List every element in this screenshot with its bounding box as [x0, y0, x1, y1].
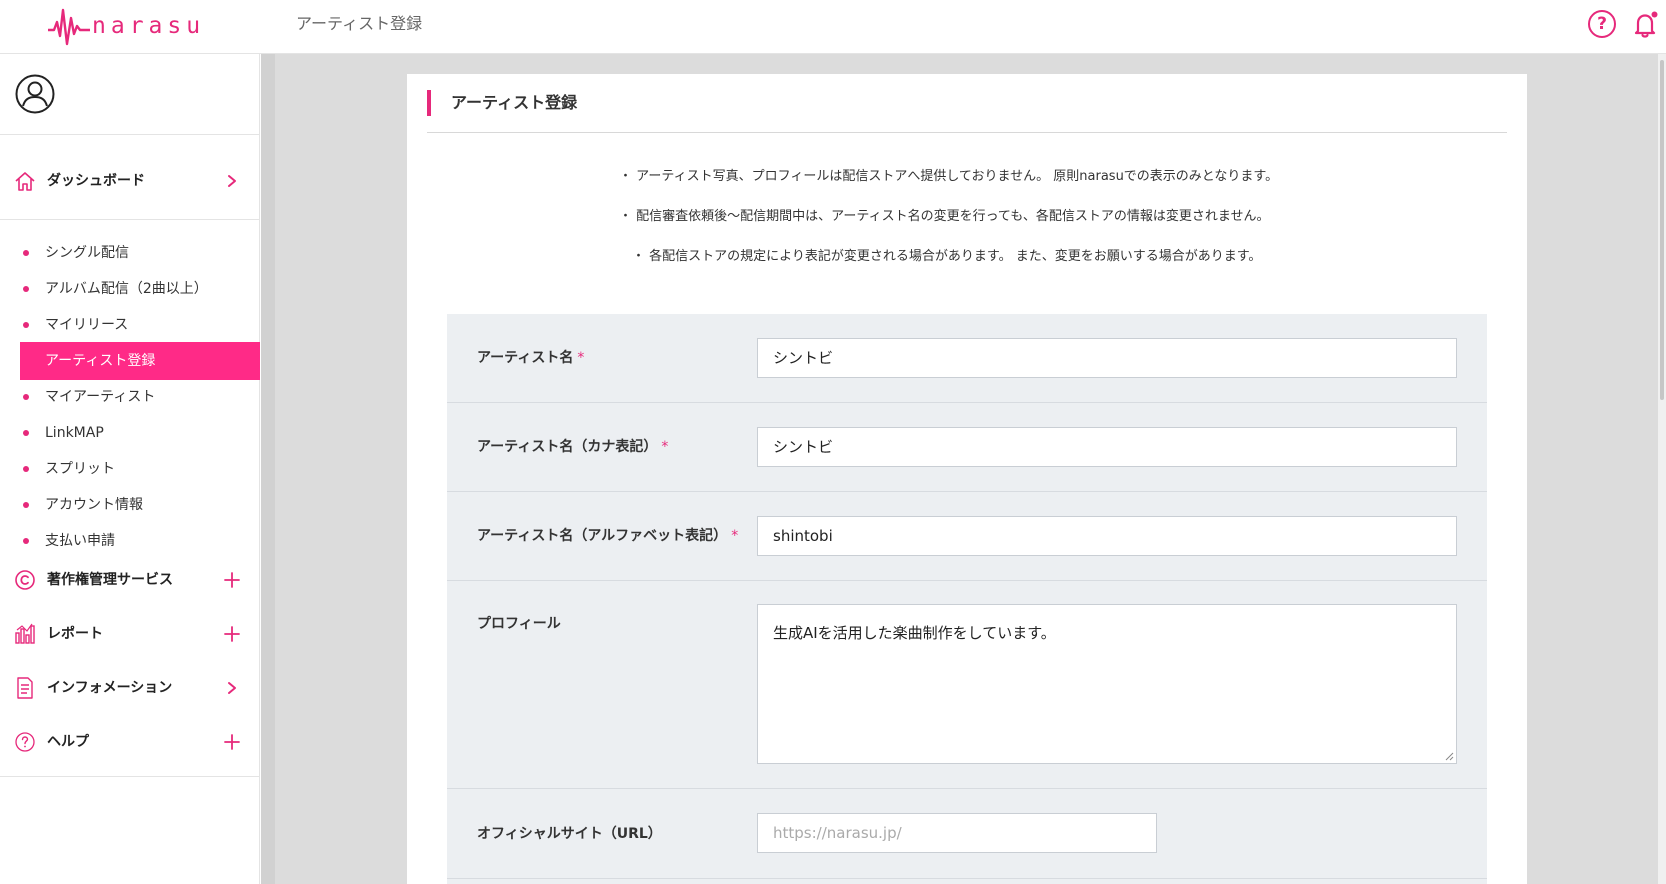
notice-text: ・ 各配信ストアの規定により表記が変更される場合があります。 また、変更をお願い… — [632, 249, 1262, 264]
narasu-logo[interactable]: narasu — [48, 4, 205, 48]
chevron-right-icon[interactable] — [222, 676, 242, 700]
sidebar-item-my-artists[interactable]: マイアーティスト — [20, 378, 260, 416]
bullet-dot — [23, 502, 29, 508]
sidebar-divider — [0, 134, 260, 135]
row-divider — [447, 788, 1487, 789]
page-title: アーティスト登録 — [296, 14, 423, 33]
profile-label: プロフィール — [477, 616, 561, 632]
artist-name-input[interactable]: シントビ — [757, 338, 1457, 378]
logo-text: narasu — [92, 13, 206, 39]
help-circle-icon — [15, 732, 35, 752]
sidebar-section-copyright[interactable]: 著作権管理サービス — [0, 560, 260, 600]
artist-name-alphabet-label: アーティスト名（アルファベット表記） * — [477, 528, 739, 544]
bullet-dot — [23, 322, 29, 328]
sidebar-item-label: LinkMAP — [45, 425, 104, 441]
sidebar-item-my-releases[interactable]: マイリリース — [20, 306, 260, 344]
plus-icon[interactable] — [222, 730, 242, 754]
artist-form: アーティスト名 * シントビ アーティスト名（カナ表記） * シントビ アーティスト… — [447, 314, 1487, 884]
sidebar: ダッシュボード シングル配信 アルバム配信（2曲以上） マイリリース アーティス… — [0, 54, 260, 884]
scrollbar-thumb[interactable] — [1660, 60, 1664, 400]
help-icon[interactable]: ? — [1588, 10, 1616, 38]
profile-text: 生成AIを活用した楽曲制作をしています。 — [773, 624, 1056, 642]
row-divider — [447, 491, 1487, 492]
chart-icon — [15, 623, 35, 644]
bullet-dot — [23, 466, 29, 472]
home-icon — [15, 172, 35, 191]
copyright-icon — [15, 570, 35, 590]
user-avatar-icon[interactable] — [15, 74, 55, 114]
notice-text: ・ 配信審査依頼後〜配信期間中は、アーティスト名の変更を行っても、各配信ストアの… — [619, 209, 1270, 224]
sidebar-item-label: マイリリース — [45, 317, 129, 333]
plus-icon[interactable] — [222, 622, 242, 646]
sidebar-item-split[interactable]: スプリット — [20, 450, 260, 488]
sidebar-section-information[interactable]: インフォメーション — [0, 668, 260, 708]
sidebar-item-label: 支払い申請 — [45, 533, 115, 549]
artist-name-kana-label: アーティスト名（カナ表記） * — [477, 439, 669, 455]
sidebar-item-single-release[interactable]: シングル配信 — [20, 234, 260, 272]
required-mark: * — [577, 350, 585, 366]
bullet-dot — [23, 250, 29, 256]
sidebar-item-label: アカウント情報 — [45, 497, 143, 513]
sidebar-section-dashboard[interactable]: ダッシュボード — [0, 161, 260, 201]
sidebar-section-report[interactable]: レポート — [0, 614, 260, 654]
row-divider — [447, 402, 1487, 403]
main-content: アーティスト登録 ・ アーティスト写真、プロフィールは配信ストアへ提供しておりま… — [261, 54, 1666, 884]
card-divider — [427, 132, 1507, 133]
top-header: narasu アーティスト登録 ? — [0, 0, 1666, 54]
sidebar-item-artist-registration[interactable]: アーティスト登録 — [20, 342, 260, 380]
sidebar-divider — [0, 776, 260, 777]
document-icon — [17, 677, 33, 699]
notification-bell-icon[interactable] — [1630, 10, 1660, 40]
sidebar-item-label: アーティスト登録 — [45, 353, 156, 369]
sidebar-item-linkmap[interactable]: LinkMAP — [20, 414, 260, 452]
sidebar-item-album-release[interactable]: アルバム配信（2曲以上） — [20, 270, 260, 308]
sidebar-item-label: アルバム配信（2曲以上） — [45, 281, 208, 297]
sidebar-item-label: スプリット — [45, 461, 115, 477]
artist-name-label: アーティスト名 * — [477, 350, 585, 366]
sidebar-item-payment-request[interactable]: 支払い申請 — [20, 522, 260, 560]
sidebar-section-label: インフォメーション — [47, 680, 173, 696]
official-site-input[interactable]: https://narasu.jp/ — [757, 813, 1157, 853]
sidebar-item-account-info[interactable]: アカウント情報 — [20, 486, 260, 524]
sidebar-section-label: レポート — [47, 626, 103, 642]
card-title: アーティスト登録 — [451, 93, 578, 112]
artist-name-alphabet-input[interactable]: shintobi — [757, 516, 1457, 556]
row-divider — [447, 580, 1487, 581]
waveform-logo-icon — [48, 8, 90, 46]
bullet-dot — [23, 430, 29, 436]
bullet-dot — [23, 394, 29, 400]
bullet-dot — [23, 286, 29, 292]
profile-textarea[interactable]: 生成AIを活用した楽曲制作をしています。 — [757, 604, 1457, 764]
notice-text: ・ アーティスト写真、プロフィールは配信ストアへ提供しておりません。 原則nar… — [619, 169, 1279, 184]
chevron-right-icon[interactable] — [222, 169, 242, 193]
bullet-dot — [23, 538, 29, 544]
resize-handle-icon[interactable] — [1444, 751, 1454, 761]
required-mark: * — [731, 528, 739, 544]
title-accent-bar — [427, 90, 431, 116]
artist-name-kana-input[interactable]: シントビ — [757, 427, 1457, 467]
sidebar-section-label: ヘルプ — [47, 734, 89, 750]
sidebar-section-help[interactable]: ヘルプ — [0, 722, 260, 762]
plus-icon[interactable] — [222, 568, 242, 592]
sidebar-divider — [0, 219, 260, 220]
row-divider — [447, 878, 1487, 879]
sidebar-item-label: マイアーティスト — [45, 389, 156, 405]
sidebar-item-label: シングル配信 — [45, 245, 129, 261]
official-site-label: オフィシャルサイト（URL） — [477, 826, 662, 842]
artist-registration-card: アーティスト登録 ・ アーティスト写真、プロフィールは配信ストアへ提供しておりま… — [407, 74, 1527, 884]
sidebar-section-label: ダッシュボード — [47, 173, 145, 189]
sidebar-section-label: 著作権管理サービス — [47, 572, 173, 588]
required-mark: * — [661, 439, 669, 455]
